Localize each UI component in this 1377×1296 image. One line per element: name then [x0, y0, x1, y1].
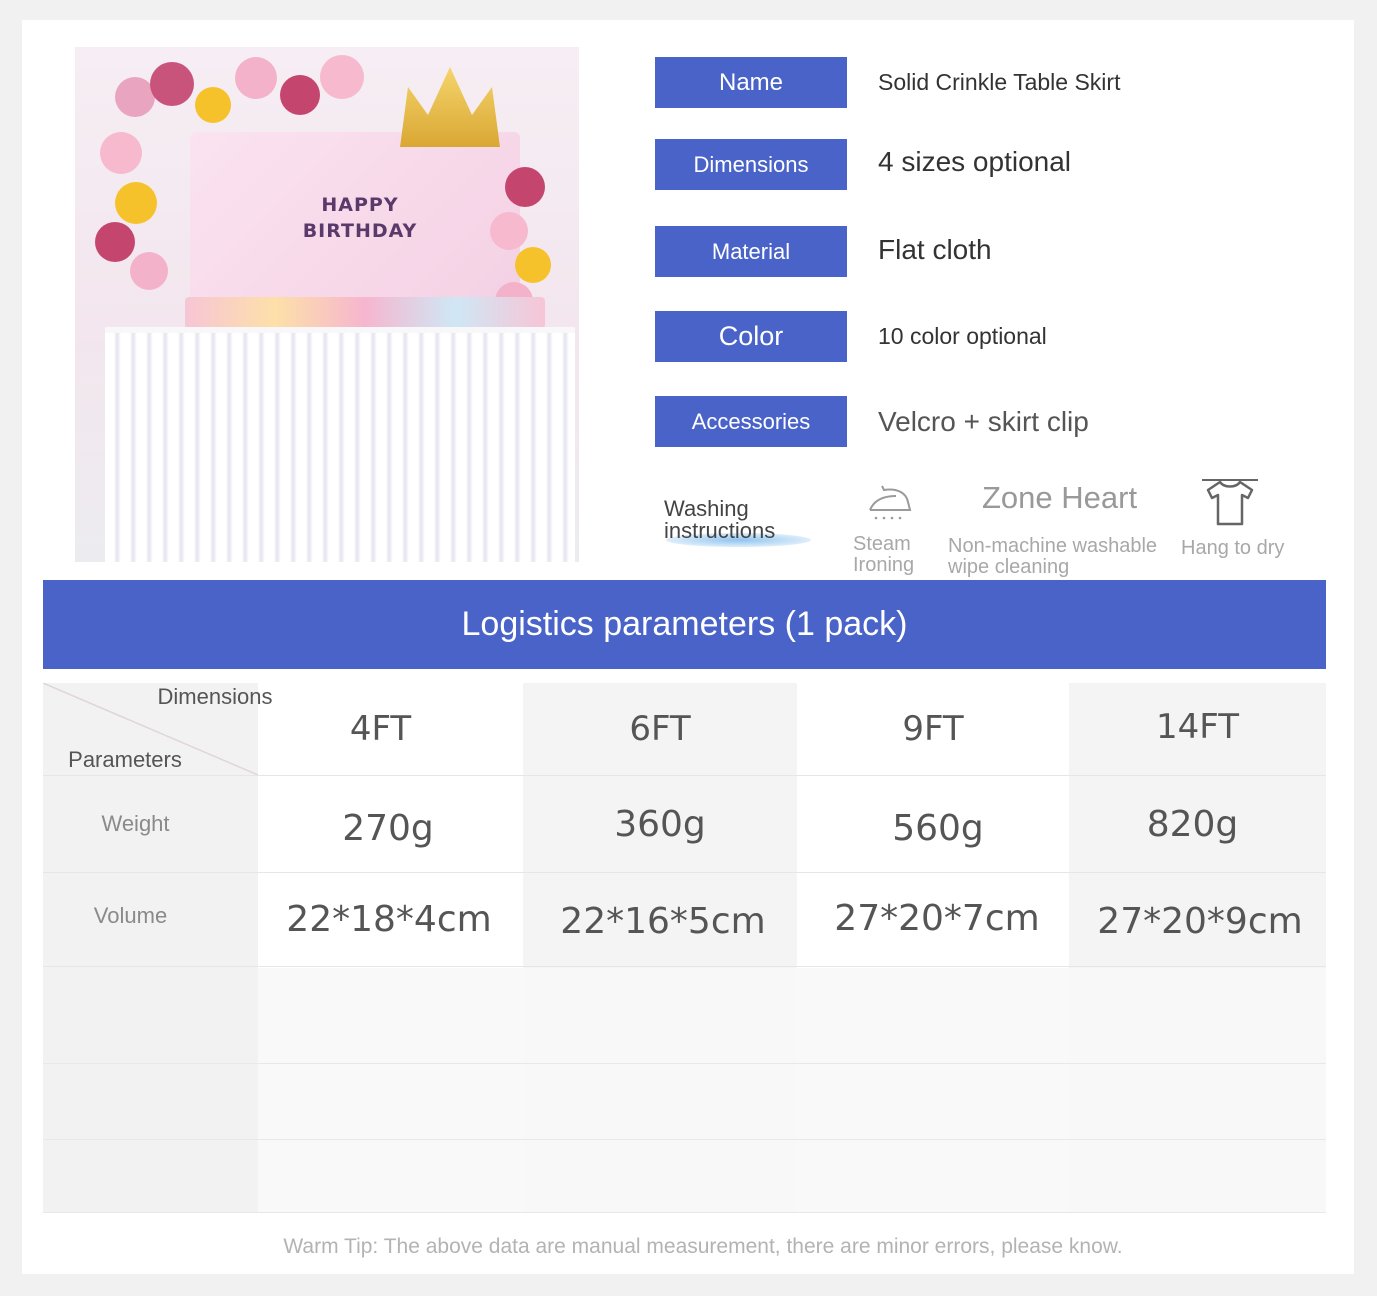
photo-cake-table — [185, 297, 545, 329]
table-row-label-weight: Weight — [101, 811, 170, 836]
steam-ironing-caption: Steam Ironing — [853, 533, 915, 576]
product-photo: HAPPY BIRTHDAY — [75, 47, 579, 562]
balloon — [115, 182, 157, 224]
warm-tip: Warm Tip: The above data are manual meas… — [283, 1235, 1123, 1258]
balloon — [235, 57, 277, 99]
spec-value-dimensions: 4 sizes optional — [878, 146, 1072, 177]
balloon — [150, 62, 194, 106]
iron-icon — [866, 482, 914, 522]
balloon — [195, 87, 231, 123]
table-row-divider — [43, 1212, 1326, 1213]
table-cell: 560g — [892, 807, 984, 849]
balloon — [280, 75, 320, 115]
table-row-label-volume: Volume — [93, 903, 168, 928]
crown-balloon-icon — [400, 67, 500, 147]
balloon — [505, 167, 545, 207]
table-row-divider — [43, 1063, 1326, 1064]
washing-title: Washing instructions — [664, 496, 776, 543]
spec-label-accessories: Accessories — [655, 396, 847, 447]
spec-value-color: 10 color optional — [878, 323, 1047, 349]
table-cell: 27*20*9cm — [1097, 900, 1303, 942]
logistics-title: Logistics parameters (1 pack) — [43, 580, 1326, 669]
balloon — [100, 132, 142, 174]
non-machine-caption: Non-machine washable wipe cleaning — [948, 535, 1158, 578]
table-header-9ft: 9FT — [902, 709, 964, 749]
spec-label-material: Material — [655, 226, 847, 277]
table-cell: 820g — [1146, 803, 1239, 845]
table-cell: 27*20*7cm — [834, 897, 1040, 939]
spec-label-dimensions: Dimensions — [655, 139, 847, 190]
spec-value-accessories: Velcro + skirt clip — [878, 406, 1089, 437]
shirt-hanger-icon — [1200, 474, 1260, 528]
table-cell: 270g — [342, 807, 434, 849]
spec-value-material: Flat cloth — [878, 234, 992, 265]
table-cell: 22*16*5cm — [560, 900, 766, 942]
spec-label-name: Name — [655, 57, 847, 108]
spec-label-color: Color — [655, 311, 847, 362]
balloon — [130, 252, 168, 290]
table-header-6ft: 6FT — [629, 709, 691, 749]
spec-value-name: Solid Crinkle Table Skirt — [878, 69, 1121, 95]
zone-heart-text: Zone Heart — [982, 480, 1138, 515]
balloon — [515, 247, 551, 283]
table-empty-rows — [258, 968, 1326, 1213]
photo-table-skirt — [105, 327, 575, 562]
table-header-14ft: 14FT — [1156, 707, 1239, 747]
table-header-4ft: 4FT — [349, 709, 412, 749]
balloon — [95, 222, 135, 262]
photo-birthday-banner: HAPPY BIRTHDAY — [302, 194, 418, 242]
balloon — [490, 212, 528, 250]
table-row-divider — [43, 1139, 1326, 1140]
balloon — [320, 55, 364, 99]
table-corner-parameters: Parameters — [68, 747, 182, 772]
table-cell: 360g — [614, 803, 706, 845]
table-cell: 22*18*4cm — [286, 899, 492, 940]
hang-to-dry-caption: Hang to dry — [1181, 537, 1285, 559]
balloon — [115, 77, 155, 117]
